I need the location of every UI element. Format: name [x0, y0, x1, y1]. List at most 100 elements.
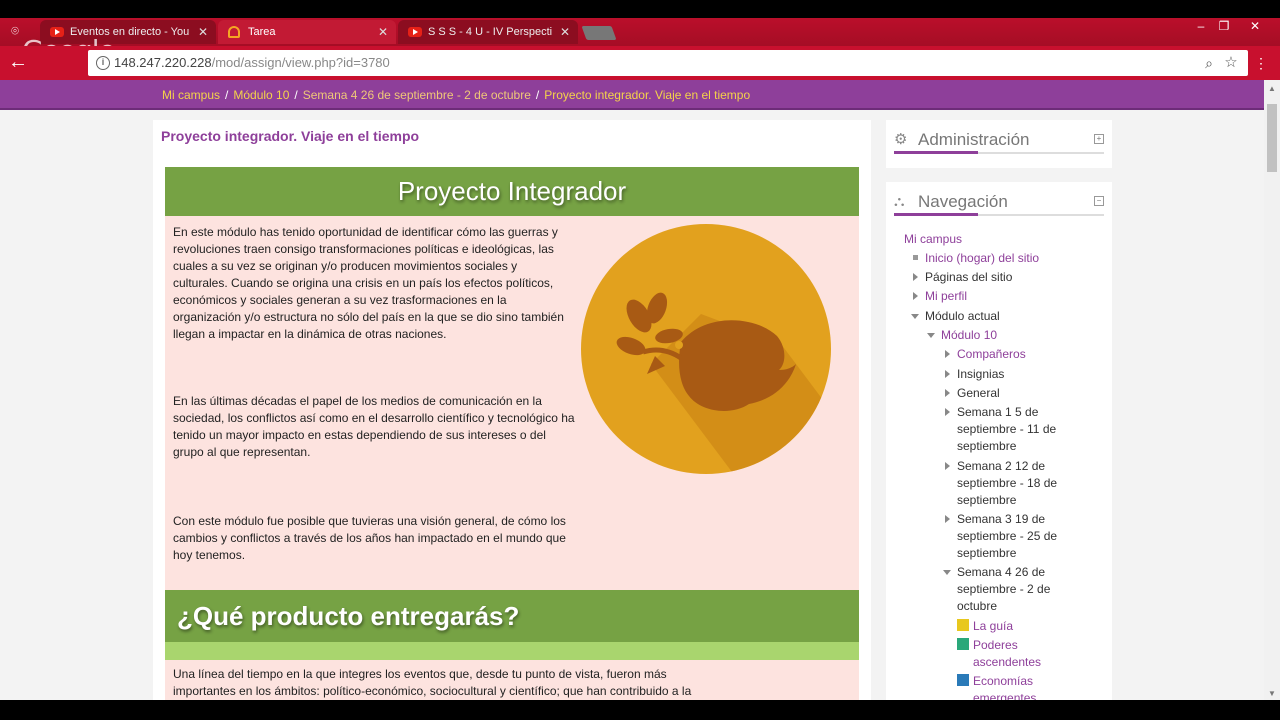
expand-arrow-icon — [945, 515, 950, 523]
intro-section: En este módulo has tenido oportunidad de… — [165, 216, 859, 590]
zoom-icon[interactable]: ⌕ — [1200, 54, 1218, 72]
nav-label: Insignias — [957, 367, 1005, 381]
nav-modulo-10[interactable]: Módulo 10 — [927, 327, 997, 344]
banner-title: Proyecto Integrador — [397, 176, 627, 206]
nav-label: La guía — [973, 619, 1014, 633]
address-bar[interactable]: i 148.247.220.228/mod/assign/view.php?id… — [88, 50, 1248, 76]
collapse-arrow-icon — [911, 314, 919, 319]
navigation-block: ⛬ Navegación − Mi campus Inicio (hogar) … — [886, 182, 1112, 700]
breadcrumb-semana[interactable]: Semana 4 26 de septiembre - 2 de octubre — [303, 88, 531, 102]
nav-paginas[interactable]: Páginas del sitio — [913, 269, 1013, 286]
product-paragraph: Una línea del tiempo en la que integres … — [173, 667, 692, 698]
expand-arrow-icon — [945, 462, 950, 470]
menu-icon[interactable]: ⋮ — [1252, 54, 1270, 72]
close-tab-icon[interactable]: ✕ — [560, 20, 570, 44]
nav-label: General — [957, 386, 1000, 400]
close-window-button[interactable]: ✕ — [1244, 18, 1266, 34]
breadcrumb-modulo[interactable]: Módulo 10 — [233, 88, 289, 102]
breadcrumb-mi-campus[interactable]: Mi campus — [162, 88, 220, 102]
breadcrumb-separator: / — [225, 88, 229, 102]
google-watermark: Google — [22, 34, 116, 46]
nav-insignias[interactable]: Insignias — [945, 366, 1005, 383]
scroll-thumb[interactable] — [1267, 104, 1277, 172]
youtube-icon — [408, 27, 422, 37]
nav-label: Economías emergentes — [973, 674, 1037, 700]
info-icon[interactable]: i — [96, 56, 110, 70]
breadcrumb-separator: / — [294, 88, 298, 102]
nav-label: Compañeros — [957, 347, 1026, 361]
tab-title: S S S - 4 U - IV Perspecti — [428, 26, 553, 38]
url-path: /mod/assign/view.php?id=3780 — [211, 55, 390, 70]
bullet-icon — [913, 255, 918, 260]
expand-arrow-icon — [913, 273, 918, 281]
restore-button[interactable]: ❐ — [1213, 18, 1235, 34]
nav-semana-1[interactable]: Semana 1 5 de septiembre - 11 de septiem… — [945, 404, 1067, 455]
expand-arrow-icon — [945, 350, 950, 358]
nav-semana-4[interactable]: Semana 4 26 de septiembre - 2 de octubre — [943, 564, 1067, 615]
collapse-block-icon[interactable]: − — [1094, 196, 1104, 206]
scroll-up-icon[interactable]: ▲ — [1268, 84, 1276, 93]
expand-arrow-icon — [945, 389, 950, 397]
close-tab-icon[interactable]: ✕ — [378, 20, 388, 44]
collapse-arrow-icon — [927, 333, 935, 338]
video-icon — [957, 638, 969, 650]
section-header: ¿Qué producto entregarás? — [165, 590, 859, 642]
sitemap-icon: ⛬ — [894, 193, 905, 210]
bookmark-star-icon[interactable]: ☆ — [1222, 54, 1240, 72]
browser-tabbar: ⌾ Eventos en directo - You ✕ Tarea ✕ S S… — [0, 0, 1280, 46]
browser-toolbar: ← i 148.247.220.228/mod/assign/view.php?… — [0, 46, 1280, 80]
nav-inicio[interactable]: Inicio (hogar) del sitio — [913, 250, 1040, 267]
page-content: Mi campus / Módulo 10 / Semana 4 26 de septi… — [0, 80, 1264, 700]
page-title: Proyecto integrador. Viaje en el tiempo — [161, 128, 420, 144]
gears-icon: ⚙ — [894, 131, 908, 148]
nav-label: Poderes ascendentes — [973, 638, 1042, 669]
screen-bottom-edge — [0, 700, 1280, 720]
document-icon — [957, 674, 969, 686]
admin-block: ⚙ Administración + — [886, 120, 1112, 168]
intro-paragraph-2: En las últimas décadas el papel de los m… — [173, 394, 575, 459]
nav-modulo-actual[interactable]: Módulo actual — [911, 308, 1000, 325]
nav-label: Semana 1 5 de septiembre - 11 de septiem… — [957, 405, 1057, 453]
nav-companeros[interactable]: Compañeros — [945, 346, 1026, 363]
nav-economias[interactable]: Economías emergentes — [957, 673, 1063, 700]
back-arrow-icon[interactable]: ← — [8, 51, 30, 73]
close-tab-icon[interactable]: ✕ — [198, 20, 208, 44]
nav-label: Inicio (hogar) del sitio — [925, 251, 1040, 265]
collapse-arrow-icon — [943, 570, 951, 575]
section-divider — [165, 642, 859, 660]
breadcrumb-current: Proyecto integrador. Viaje en el tiempo — [544, 88, 751, 102]
nav-label: Mi campus — [904, 232, 963, 246]
block-underline — [894, 213, 978, 216]
tab-tarea[interactable]: Tarea ✕ — [218, 20, 396, 44]
resource-icon — [957, 619, 969, 631]
nav-general[interactable]: General — [945, 385, 1000, 402]
page-scrollbar[interactable]: ▲ ▼ — [1264, 80, 1280, 700]
expand-arrow-icon — [945, 408, 950, 416]
nav-semana-2[interactable]: Semana 2 12 de septiembre - 18 de septie… — [945, 458, 1067, 509]
intro-paragraph-1: En este módulo has tenido oportunidad de… — [173, 225, 564, 341]
nav-label: Páginas del sitio — [925, 270, 1013, 284]
tab-sss[interactable]: S S S - 4 U - IV Perspecti ✕ — [398, 20, 578, 44]
assignment-main: Proyecto integrador. Viaje en el tiempo … — [153, 120, 871, 700]
minimize-button[interactable]: ‒ — [1190, 18, 1212, 34]
banner-header: Proyecto Integrador — [165, 167, 859, 216]
dove-with-olive-branch-icon — [581, 224, 831, 474]
nav-mi-perfil[interactable]: Mi perfil — [913, 288, 968, 305]
url-text[interactable]: 148.247.220.228/mod/assign/view.php?id=3… — [114, 50, 390, 76]
expand-arrow-icon — [945, 370, 950, 378]
nav-label: Mi perfil — [925, 289, 968, 303]
nav-semana-3[interactable]: Semana 3 19 de septiembre - 25 de septie… — [945, 511, 1067, 562]
product-section: Una línea del tiempo en la que integres … — [165, 660, 859, 700]
tab-title: Tarea — [248, 26, 276, 38]
nav-block-title[interactable]: Navegación — [918, 190, 1008, 214]
expand-arrow-icon — [913, 292, 918, 300]
nav-label: Semana 2 12 de septiembre - 18 de septie… — [957, 459, 1058, 507]
new-tab-button[interactable] — [581, 26, 617, 40]
scroll-down-icon[interactable]: ▼ — [1268, 689, 1276, 698]
nav-la-guia[interactable]: La guía — [957, 618, 1014, 635]
nav-label: Semana 3 19 de septiembre - 25 de septie… — [957, 512, 1058, 560]
nav-mi-campus[interactable]: Mi campus — [904, 231, 962, 248]
nav-poderes[interactable]: Poderes ascendentes — [957, 637, 1063, 671]
expand-block-icon[interactable]: + — [1094, 134, 1104, 144]
admin-block-title[interactable]: Administración — [918, 128, 1030, 152]
